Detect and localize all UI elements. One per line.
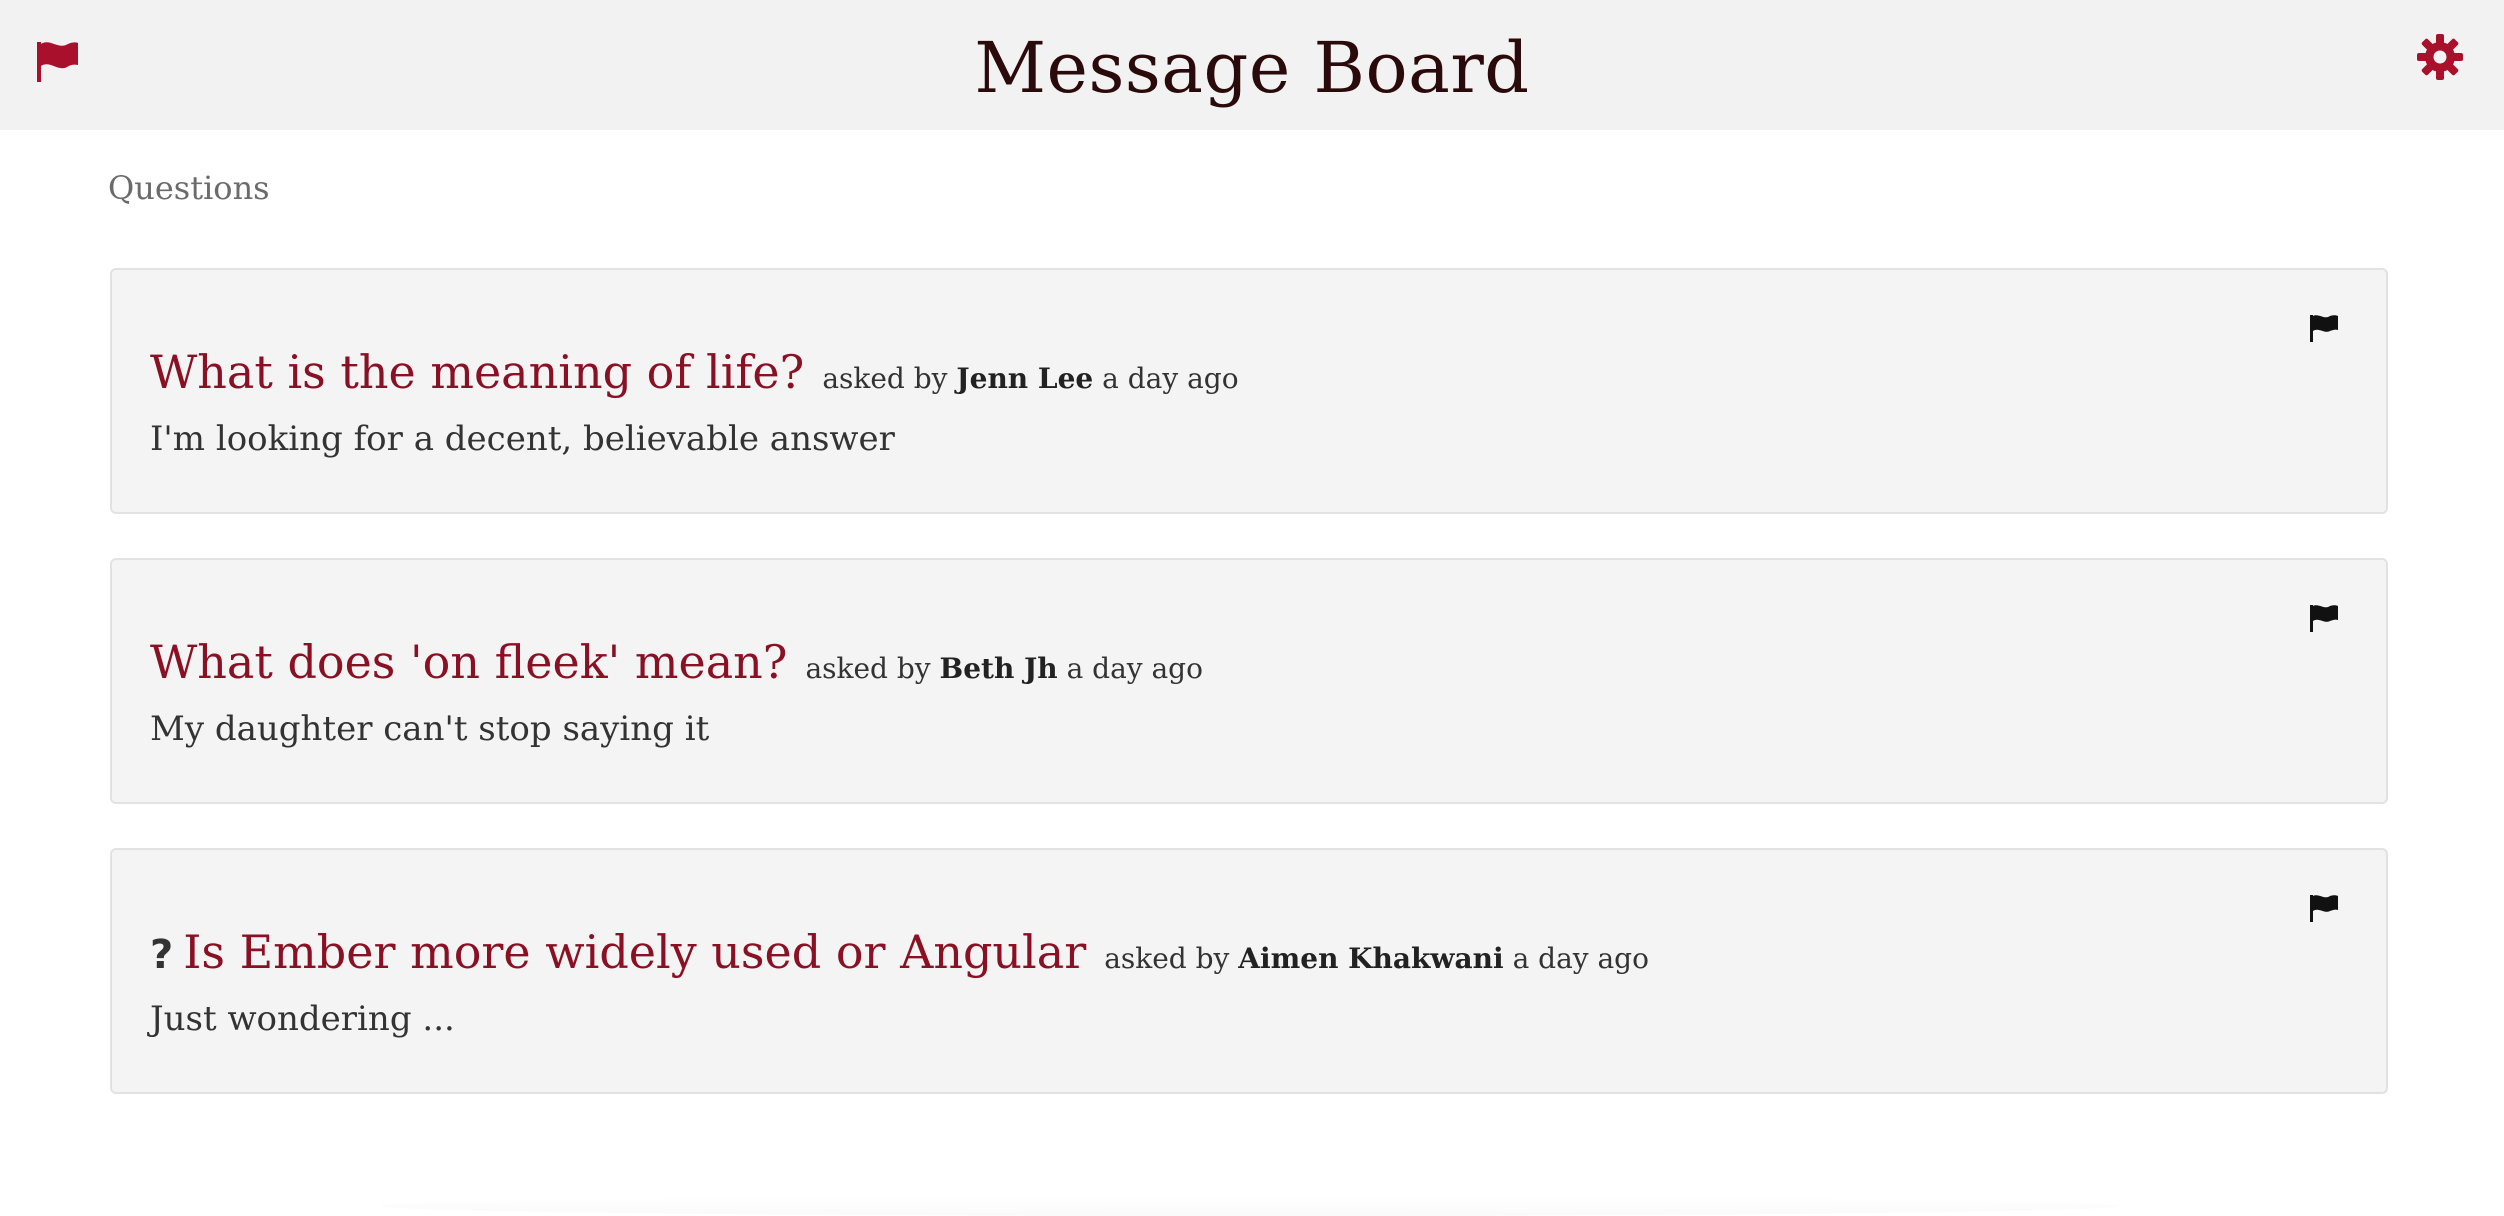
question-body: My daughter can't stop saying it	[150, 709, 710, 749]
report-flag-icon[interactable]	[2308, 602, 2340, 634]
timestamp: a day ago	[1102, 362, 1239, 395]
question-mark-icon: ?	[150, 932, 174, 978]
page-title: Message Board	[974, 27, 1530, 109]
author-name: Beth Jh	[939, 652, 1058, 685]
question-meta: asked by Beth Jh a day ago	[805, 652, 1203, 685]
question-card: ? Is Ember more widely used or Angular a…	[110, 848, 2388, 1094]
question-card: What does 'on fleek' mean? asked by Beth…	[110, 558, 2388, 804]
timestamp: a day ago	[1066, 652, 1203, 685]
question-title-link[interactable]: What is the meaning of life?	[150, 342, 804, 402]
footer-shadow	[380, 1196, 2120, 1216]
question-body: Just wondering ...	[150, 999, 455, 1039]
gear-icon[interactable]	[2415, 32, 2465, 82]
asked-by-label: asked by	[1104, 942, 1230, 975]
report-flag-icon[interactable]	[2308, 892, 2340, 924]
asked-by-label: asked by	[805, 652, 931, 685]
question-title-link[interactable]: Is Ember more widely used or Angular	[183, 922, 1086, 982]
report-flag-icon[interactable]	[2308, 312, 2340, 344]
author-name: Aimen Khakwani	[1238, 942, 1504, 975]
section-heading: Questions	[108, 169, 270, 207]
question-body: I'm looking for a decent, believable ans…	[150, 419, 895, 459]
asked-by-label: asked by	[822, 362, 948, 395]
question-meta: asked by Jenn Lee a day ago	[822, 362, 1238, 395]
header-bar: Message Board	[0, 0, 2504, 130]
author-name: Jenn Lee	[956, 362, 1094, 395]
timestamp: a day ago	[1512, 942, 1649, 975]
question-meta: asked by Aimen Khakwani a day ago	[1104, 942, 1649, 975]
question-title-link[interactable]: What does 'on fleek' mean?	[150, 632, 787, 692]
question-card: What is the meaning of life? asked by Je…	[110, 268, 2388, 514]
